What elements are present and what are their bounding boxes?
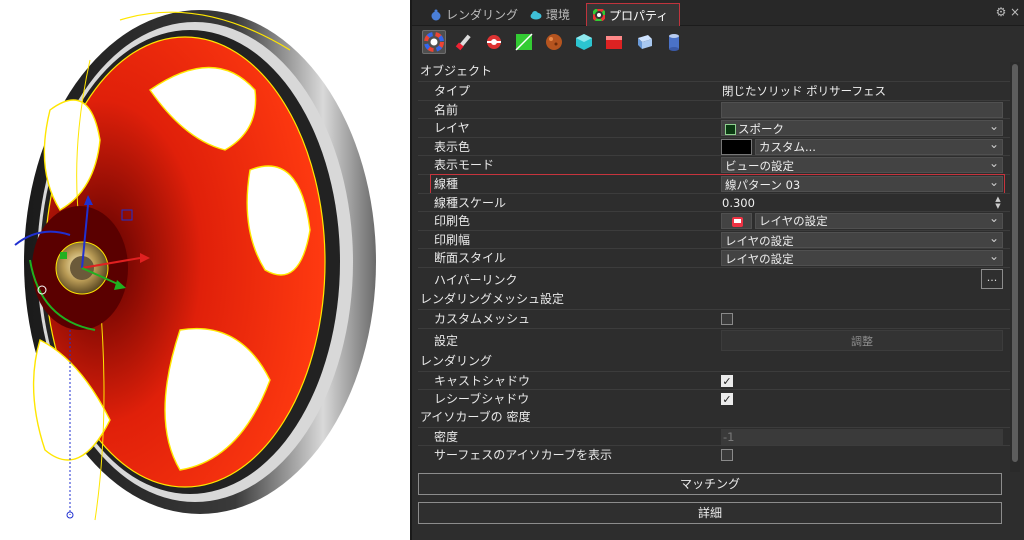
layer-color-swatch <box>725 124 736 136</box>
material-brush-icon[interactable] <box>452 30 476 54</box>
linetype-label: 線種 <box>434 176 459 191</box>
thickening-icon[interactable] <box>632 30 656 54</box>
row-type: タイプ 閉じたソリッド ポリサーフェス <box>418 81 1010 100</box>
density-label: 密度 <box>434 429 459 444</box>
print-width-label: 印刷幅 <box>434 232 471 247</box>
row-linetype: 線種 線パターン 03 <box>418 173 1010 194</box>
row-show-isocurves: サーフェスのアイソカーブを表示 <box>418 445 1010 464</box>
display-mode-value: ビューの設定 <box>725 159 794 174</box>
texture-mapping-icon[interactable] <box>512 30 536 54</box>
display-color-swatch[interactable] <box>721 138 752 155</box>
curve-piping-icon[interactable] <box>662 30 686 54</box>
spinner-icon[interactable]: ▲ ▼ <box>993 195 1003 210</box>
scrollbar[interactable] <box>1010 62 1020 472</box>
linetype-select[interactable]: 線パターン 03 <box>721 174 1003 192</box>
property-list: オブジェクト タイプ 閉じたソリッド ポリサーフェス 名前 レイヤ スポーク 表… <box>418 62 1010 472</box>
layer-select[interactable]: スポーク <box>721 118 1003 137</box>
hyperlink-button[interactable]: ... <box>981 268 1003 289</box>
receive-shadows-checkbox[interactable]: ✓ <box>721 393 733 406</box>
row-cast-shadows: キャストシャドウ ✓ <box>418 370 1010 390</box>
row-section-style: 断面スタイル レイヤの設定 <box>418 248 1010 267</box>
tab-label: 環境 <box>546 8 571 22</box>
adjust-button: 調整 <box>721 329 1003 351</box>
row-display-mode: 表示モード ビューの設定 <box>418 155 1010 174</box>
tab-properties[interactable]: プロパティ <box>586 3 680 26</box>
panel-tab-bar: レンダリング 環境 プロパティ ⚙ × <box>412 0 1024 26</box>
row-display-color: 表示色 カスタム... <box>418 136 1010 156</box>
display-color-control: カスタム... <box>721 137 1003 155</box>
print-width-value: レイヤの設定 <box>725 233 794 248</box>
print-color-value: レイヤの設定 <box>759 214 828 229</box>
display-mode-label: 表示モード <box>434 158 495 173</box>
gear-icon[interactable]: ⚙ <box>994 5 1008 19</box>
row-name: 名前 <box>418 99 1010 119</box>
row-mesh-settings: 設定 調整 <box>418 327 1010 352</box>
section-render-mesh: レンダリングメッシュ設定 <box>420 291 565 306</box>
section-isocurve: アイソカーブの 密度 <box>420 409 531 424</box>
type-value: 閉じたソリッド ポリサーフェス <box>722 84 886 98</box>
name-label: 名前 <box>434 102 459 117</box>
section-style-value: レイヤの設定 <box>725 252 794 267</box>
wheel-render <box>14 10 376 521</box>
color-wheel-icon <box>592 8 606 22</box>
layer-value: スポーク <box>738 122 784 137</box>
print-width-select[interactable]: レイヤの設定 <box>721 230 1003 248</box>
print-color-select[interactable]: レイヤの設定 <box>755 211 1003 230</box>
displacement-sphere-icon[interactable] <box>542 30 566 54</box>
row-print-color: 印刷色 レイヤの設定 <box>418 211 1010 230</box>
decal-icon[interactable] <box>482 30 506 54</box>
close-icon[interactable]: × <box>1008 5 1022 19</box>
details-button[interactable]: 詳細 <box>418 502 1002 524</box>
cast-shadows-label: キャストシャドウ <box>434 373 531 388</box>
match-button[interactable]: マッチング <box>418 473 1002 495</box>
receive-shadows-label: レシーブシャドウ <box>434 392 530 407</box>
cast-shadows-checkbox[interactable]: ✓ <box>721 374 733 387</box>
tab-environment[interactable]: 環境 <box>524 3 576 26</box>
row-linetype-scale: 線種スケール 0.300 ▲ ▼ <box>418 192 1010 212</box>
section-object: オブジェクト <box>420 64 493 78</box>
section-style-select[interactable]: レイヤの設定 <box>721 248 1003 267</box>
show-isocurves-label: サーフェスのアイソカーブを表示 <box>434 448 612 463</box>
properties-panel: レンダリング 環境 プロパティ ⚙ × オブジェクト タイプ 閉じたソリッド ポ… <box>410 0 1024 540</box>
name-input[interactable] <box>721 101 1003 118</box>
teapot-icon <box>430 9 442 21</box>
show-isocurves-checkbox[interactable] <box>721 449 733 462</box>
linetype-scale-label: 線種スケール <box>434 195 507 210</box>
row-density: 密度 -1 <box>418 426 1010 446</box>
row-print-width: 印刷幅 レイヤの設定 <box>418 229 1010 249</box>
row-custom-mesh: カスタムメッシュ <box>418 308 1010 328</box>
section-rendering: レンダリング <box>420 353 493 368</box>
custom-mesh-checkbox[interactable] <box>721 312 733 325</box>
row-hyperlink: ハイパーリンク ... <box>418 266 1010 290</box>
section-style-label: 断面スタイル <box>434 251 507 266</box>
object-properties-icon[interactable] <box>422 30 446 54</box>
density-input: -1 <box>721 428 1003 445</box>
print-color-swatch[interactable] <box>721 213 752 230</box>
tab-rendering[interactable]: レンダリング <box>424 3 524 26</box>
linetype-value: 線パターン 03 <box>725 177 801 192</box>
display-color-value: カスタム... <box>759 139 816 154</box>
edge-softening-icon[interactable] <box>602 30 626 54</box>
display-mode-select[interactable]: ビューの設定 <box>721 155 1003 174</box>
layer-label: レイヤ <box>434 121 470 136</box>
print-color-control: レイヤの設定 <box>721 211 1003 230</box>
scrollbar-thumb[interactable] <box>1012 64 1018 462</box>
shutlining-cube-icon[interactable] <box>572 30 596 54</box>
hyperlink-label: ハイパーリンク <box>434 272 518 287</box>
tab-label: レンダリング <box>446 8 519 22</box>
custom-mesh-label: カスタムメッシュ <box>434 311 531 326</box>
row-receive-shadows: レシーブシャドウ ✓ <box>418 389 1010 408</box>
linetype-scale-input[interactable]: 0.300 <box>721 195 1003 211</box>
settings-label: 設定 <box>434 333 459 348</box>
type-label: タイプ <box>434 84 471 98</box>
cloud-icon <box>530 9 542 21</box>
print-color-label: 印刷色 <box>434 214 471 229</box>
property-page-icons <box>412 27 1024 57</box>
viewport[interactable] <box>0 0 410 540</box>
display-color-label: 表示色 <box>434 139 471 154</box>
row-layer: レイヤ スポーク <box>418 118 1010 137</box>
tab-label: プロパティ <box>609 8 669 23</box>
display-color-select[interactable]: カスタム... <box>755 137 1003 155</box>
